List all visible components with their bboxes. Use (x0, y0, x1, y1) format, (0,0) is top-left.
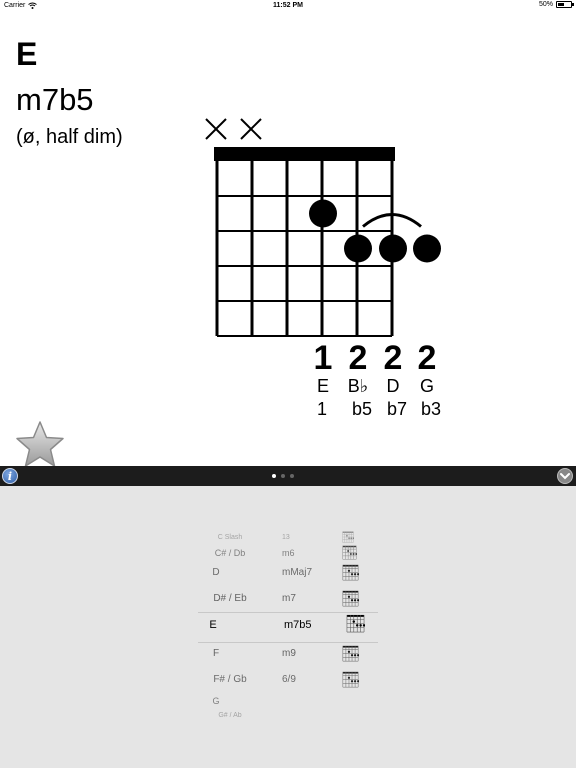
page-dot[interactable] (272, 474, 276, 478)
picker-row[interactable]: Fm9 (198, 645, 378, 666)
picker-root: G (212, 696, 220, 706)
mini-chord-diagram (346, 614, 365, 633)
picker-row[interactable]: G (198, 696, 378, 713)
battery-indicator: 50% (538, 1, 574, 8)
battery-icon (556, 1, 574, 8)
finger-dot (379, 234, 407, 263)
chevron-down-icon (560, 473, 570, 480)
clock: 11:52 PM (273, 2, 303, 9)
note-name: E (316, 376, 329, 396)
note-name: D (386, 376, 400, 396)
interval-label: b3 (420, 399, 442, 419)
picker-quality: 6/9 (282, 674, 296, 685)
picker-quality: m7 (282, 593, 296, 604)
picker-row[interactable]: G# / Ab (198, 712, 378, 727)
finger-dot (309, 199, 337, 228)
picker-quality: m9 (282, 648, 296, 659)
picker-quality: m7b5 (284, 619, 312, 631)
picker-row-selected[interactable]: Em7b5 (198, 614, 378, 638)
picker-selection-divider (198, 612, 378, 613)
note-name: B♭ (347, 376, 369, 396)
mini-chord-diagram (342, 531, 354, 543)
collapse-button[interactable] (557, 468, 573, 484)
picker-row[interactable]: F# / Gb 6/9 (198, 671, 378, 692)
finger-number: 1 (313, 339, 333, 377)
page-dot[interactable] (290, 474, 294, 478)
picker-root: C# / Db (214, 548, 246, 558)
picker-root: G# / Ab (218, 712, 242, 719)
finger-number: 2 (383, 339, 403, 377)
toolbar: i (0, 466, 576, 486)
picker-row[interactable]: D# / Eb m7 (198, 590, 378, 611)
picker-root: F (212, 648, 220, 659)
interval-label: 1 (316, 399, 327, 419)
interval-label: b5 (351, 399, 373, 419)
page-indicator[interactable] (272, 474, 294, 478)
finger-dot (344, 234, 372, 263)
chord-picker-area: C Slash 13 C# / Db m6 DmMaj7 D# / Eb m7 Em7b5 Fm… (0, 486, 576, 768)
finger-number: 2 (348, 339, 368, 377)
page-dot[interactable] (281, 474, 285, 478)
finger-number: 2 (417, 339, 437, 377)
picker-selection-divider (198, 642, 378, 643)
chord-display: E m7b5 (ø, half dim) 1 E 1 2 B♭ b5 2 Db7 2 Gb3 (0, 12, 576, 467)
mini-chord-diagram (342, 645, 359, 662)
picker-root: E (209, 619, 217, 631)
picker-root: F# / Gb (213, 674, 247, 685)
info-button[interactable]: i (2, 468, 18, 484)
chord-diagram (205, 118, 441, 337)
mini-chord-diagram (342, 545, 357, 560)
chord-picker[interactable]: C Slash 13 C# / Db m6 DmMaj7 D# / Eb m7 Em7b5 Fm… (198, 531, 378, 719)
picker-root: D# / Eb (213, 593, 247, 604)
picker-row[interactable]: DmMaj7 (198, 564, 378, 585)
favorite-star-icon[interactable] (14, 420, 66, 470)
mini-chord-diagram (342, 590, 359, 607)
picker-row[interactable]: C# / Db m6 (198, 545, 378, 565)
status-bar: Carrier 11:52 PM 50% (0, 0, 576, 12)
picker-quality: mMaj7 (282, 567, 313, 578)
note-name: G (419, 376, 434, 396)
nut (214, 147, 395, 161)
picker-root: C Slash (217, 534, 243, 541)
battery-percent: 50% (538, 1, 553, 8)
mini-chord-diagram (342, 564, 359, 581)
mini-chord-diagram (342, 671, 359, 688)
picker-quality: m6 (282, 548, 295, 558)
picker-root: D (212, 567, 220, 578)
finger-dot (413, 234, 441, 263)
picker-quality: 13 (282, 534, 290, 541)
